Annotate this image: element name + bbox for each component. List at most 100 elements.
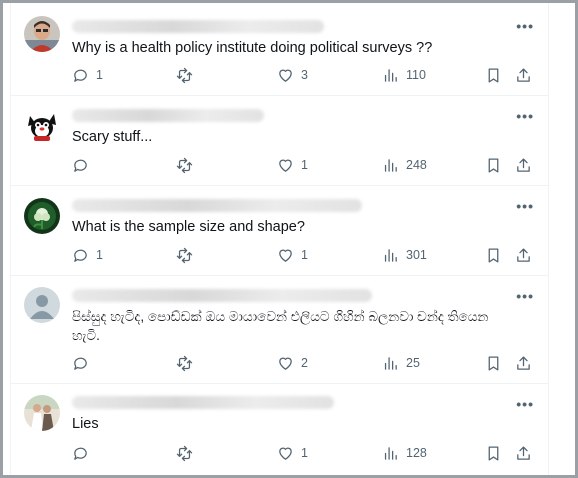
reply-actions: 1 3 110 (72, 65, 534, 85)
view-count: 248 (406, 158, 427, 172)
avatar[interactable] (24, 16, 60, 52)
repost-button[interactable] (176, 443, 200, 463)
share-button[interactable] (515, 155, 532, 175)
reply-actions: 1 1 301 (72, 245, 534, 265)
username-redacted (72, 199, 362, 212)
reply-text: What is the sample size and shape? (72, 219, 305, 235)
like-count: 2 (301, 356, 308, 370)
repost-icon (176, 67, 193, 83)
avatar[interactable] (24, 395, 60, 431)
more-options-icon[interactable]: ••• (516, 396, 534, 412)
more-options-icon[interactable]: ••• (516, 108, 534, 124)
comment-icon (74, 69, 87, 82)
reply-item[interactable]: ••• Lies 1 128 (11, 384, 548, 475)
reply-button[interactable] (72, 155, 96, 175)
reply-count: 1 (96, 68, 103, 82)
like-button[interactable]: 3 (277, 65, 308, 85)
reply-actions: 1 128 (72, 443, 534, 463)
analytics-icon (384, 158, 397, 172)
reply-item[interactable]: ••• What is the sample size and shape? 1… (11, 186, 548, 276)
repost-button[interactable] (176, 245, 200, 265)
username-redacted (72, 109, 264, 122)
heart-icon (279, 69, 292, 82)
more-options-icon[interactable]: ••• (516, 288, 534, 304)
heart-icon (279, 357, 292, 370)
bookmark-icon (488, 355, 499, 371)
more-options-icon[interactable]: ••• (516, 198, 534, 214)
share-icon (517, 157, 530, 172)
comment-icon (74, 357, 87, 370)
reply-item[interactable]: ••• Scary stuff... 1 248 (11, 96, 548, 186)
bookmark-button[interactable] (485, 155, 502, 175)
like-count: 1 (301, 446, 308, 460)
reply-button[interactable] (72, 443, 96, 463)
views-button[interactable]: 248 (382, 155, 427, 175)
comment-icon (74, 447, 87, 460)
reply-text: Scary stuff... (72, 129, 153, 145)
like-button[interactable]: 1 (277, 443, 308, 463)
repost-icon (176, 445, 193, 461)
username-redacted (72, 20, 324, 33)
more-options-icon[interactable]: ••• (516, 18, 534, 34)
bookmark-icon (488, 157, 499, 173)
views-button[interactable]: 25 (382, 353, 420, 373)
avatar[interactable] (24, 287, 60, 323)
repost-button[interactable] (176, 65, 200, 85)
repost-icon (176, 247, 193, 263)
view-count: 301 (406, 248, 427, 262)
bookmark-icon (488, 67, 499, 83)
username-redacted (72, 396, 334, 409)
like-count: 3 (301, 68, 308, 82)
repost-icon (176, 157, 193, 173)
reply-actions: 2 25 (72, 353, 534, 373)
share-button[interactable] (515, 65, 532, 85)
avatar[interactable] (24, 108, 60, 144)
heart-icon (279, 447, 292, 460)
reply-text: Why is a health policy institute doing p… (72, 40, 433, 56)
share-button[interactable] (515, 353, 532, 373)
reply-text: Lies (72, 416, 99, 432)
bookmark-button[interactable] (485, 65, 502, 85)
views-button[interactable]: 128 (382, 443, 427, 463)
like-count: 1 (301, 158, 308, 172)
like-button[interactable]: 2 (277, 353, 308, 373)
username-redacted (72, 289, 372, 302)
heart-icon (279, 159, 292, 172)
bookmark-icon (488, 445, 499, 461)
share-button[interactable] (515, 443, 532, 463)
bookmark-icon (488, 247, 499, 263)
reply-text: පිස්සුද හැටිද, පොඩ්ඩක් ඔය මායාවෙන් එලියට… (72, 309, 489, 343)
share-icon (517, 445, 530, 460)
bookmark-button[interactable] (485, 443, 502, 463)
bookmark-button[interactable] (485, 353, 502, 373)
replies-panel: ••• Why is a health policy institute doi… (0, 0, 578, 478)
analytics-icon (384, 248, 397, 262)
like-count: 1 (301, 248, 308, 262)
repost-icon (176, 355, 193, 371)
like-button[interactable]: 1 (277, 245, 308, 265)
like-button[interactable]: 1 (277, 155, 308, 175)
reply-count: 1 (96, 248, 103, 262)
reply-button[interactable] (72, 353, 96, 373)
reply-button[interactable]: 1 (72, 65, 103, 85)
analytics-icon (384, 68, 397, 82)
reply-thread: ••• Why is a health policy institute doi… (10, 3, 549, 475)
view-count: 25 (406, 356, 420, 370)
reply-actions: 1 248 (72, 155, 534, 175)
repost-button[interactable] (176, 353, 200, 373)
bookmark-button[interactable] (485, 245, 502, 265)
avatar[interactable] (24, 198, 60, 234)
share-button[interactable] (515, 245, 532, 265)
reply-item[interactable]: ••• පිස්සුද හැටිද, පොඩ්ඩක් ඔය මායාවෙන් එ… (11, 276, 548, 384)
share-icon (517, 355, 530, 370)
heart-icon (279, 249, 292, 262)
views-button[interactable]: 301 (382, 245, 427, 265)
analytics-icon (384, 446, 397, 460)
views-button[interactable]: 110 (382, 65, 426, 85)
reply-item[interactable]: ••• Why is a health policy institute doi… (11, 3, 548, 96)
repost-button[interactable] (176, 155, 200, 175)
analytics-icon (384, 356, 397, 370)
comment-icon (74, 249, 87, 262)
reply-button[interactable]: 1 (72, 245, 103, 265)
share-icon (517, 67, 530, 82)
